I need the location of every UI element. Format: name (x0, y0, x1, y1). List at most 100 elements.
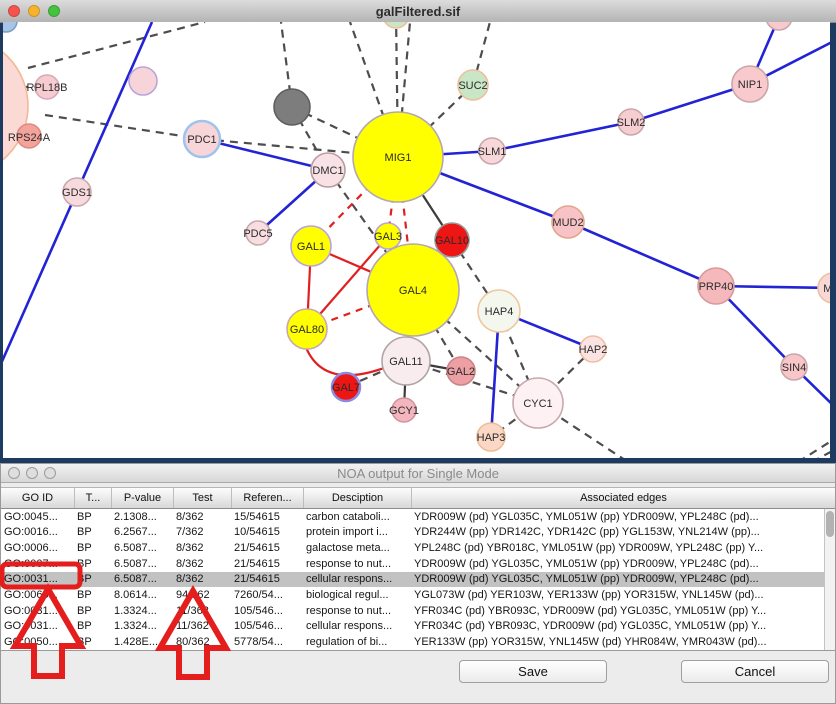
table-row[interactable]: GO:0006...BP6.5087...8/36221/54615galact… (1, 540, 835, 556)
table-cell[interactable]: GO:0006... (1, 542, 74, 554)
table-row[interactable]: GO:0031...BP1.3324...11/362105/546...res… (1, 603, 835, 619)
save-button[interactable]: Save (459, 660, 607, 683)
node-big-left[interactable] (3, 36, 28, 176)
table-cell[interactable]: 15/54615 (231, 511, 303, 523)
close-button[interactable] (8, 467, 20, 479)
minimize-button[interactable] (28, 5, 40, 17)
table-cell[interactable]: 21/54615 (231, 542, 303, 554)
edge-blue[interactable] (568, 222, 716, 286)
table-cell[interactable]: 80/362 (173, 636, 231, 648)
column-header-test[interactable]: Test (173, 488, 231, 508)
table-cell[interactable]: regulation of bi... (303, 636, 411, 648)
table-cell[interactable]: 94/362 (173, 589, 231, 601)
table-cell[interactable]: BP (74, 511, 111, 523)
table-cell[interactable]: cellular respons... (303, 620, 411, 632)
vertical-scrollbar[interactable] (824, 509, 835, 650)
table-cell[interactable]: 105/546... (231, 605, 303, 617)
node-unlabeled-1[interactable] (129, 67, 157, 95)
table-row[interactable]: GO:0031...BP1.3324...11/362105/546...cel… (1, 619, 835, 635)
table-cell[interactable]: BP (74, 620, 111, 632)
table-cell[interactable]: YFR034C (pd) YBR093C, YDR009W (pd) YGL03… (411, 605, 827, 617)
table-cell[interactable]: 8/362 (173, 573, 231, 585)
table-cell[interactable]: GO:0016... (1, 526, 74, 538)
table-cell[interactable]: 10/54615 (231, 526, 303, 538)
table-cell[interactable]: 6.5087... (111, 558, 173, 570)
table-cell[interactable]: GO:0031... (1, 605, 74, 617)
table-cell[interactable]: 7/362 (173, 526, 231, 538)
table-cell[interactable]: YDR009W (pd) YGL035C, YML051W (pp) YDR00… (411, 511, 827, 523)
table-cell[interactable]: protein import i... (303, 526, 411, 538)
table-cell[interactable]: GO:0031... (1, 620, 74, 632)
table-cell[interactable]: 8/362 (173, 511, 231, 523)
table-cell[interactable]: 7260/54... (231, 589, 303, 601)
table-cell[interactable]: 8/362 (173, 542, 231, 554)
table-cell[interactable]: BP (74, 605, 111, 617)
table-cell[interactable]: 8/362 (173, 558, 231, 570)
table-row[interactable]: GO:0007...BP6.5087...8/36221/54615respon… (1, 556, 835, 572)
table-cell[interactable]: GO:0050... (1, 636, 74, 648)
zoom-button[interactable] (48, 5, 60, 17)
table-row[interactable]: GO:0050...BP1.428E...80/3625778/54...reg… (1, 634, 835, 650)
table-cell[interactable]: 11/362 (173, 620, 231, 632)
table-cell[interactable]: 21/54615 (231, 558, 303, 570)
column-header-p-value[interactable]: P-value (111, 488, 173, 508)
minimize-button[interactable] (26, 467, 38, 479)
edge-blue[interactable] (492, 122, 631, 151)
table-cell[interactable]: YER133W (pp) YOR315W, YNL145W (pd) YHR08… (411, 636, 827, 648)
cancel-button[interactable]: Cancel (681, 660, 829, 683)
table-cell[interactable]: BP (74, 636, 111, 648)
table-cell[interactable]: 1.3324... (111, 605, 173, 617)
table-cell[interactable]: GO:0007... (1, 558, 74, 570)
table-cell[interactable]: BP (74, 573, 111, 585)
table-cell[interactable]: response to nut... (303, 605, 411, 617)
table-cell[interactable]: 6.2567... (111, 526, 173, 538)
table-cell[interactable]: response to nut... (303, 558, 411, 570)
table-cell[interactable]: 6.5087... (111, 573, 173, 585)
table-cell[interactable]: YDR009W (pd) YGL035C, YML051W (pp) YDR00… (411, 573, 827, 585)
table-cell[interactable]: 1.3324... (111, 620, 173, 632)
table-cell[interactable]: cellular respons... (303, 573, 411, 585)
table-cell[interactable]: BP (74, 558, 111, 570)
table-row[interactable]: GO:0045...BP2.1308...8/36215/54615carbon… (1, 509, 835, 525)
table-cell[interactable]: YDR009W (pd) YGL035C, YML051W (pp) YDR00… (411, 558, 827, 570)
table-row[interactable]: GO:0016...BP6.2567...7/36210/54615protei… (1, 525, 835, 541)
table-cell[interactable]: 105/546... (231, 620, 303, 632)
edge-dash[interactable] (45, 115, 202, 139)
table-cell[interactable]: 8.0614... (111, 589, 173, 601)
node-green-top[interactable] (383, 22, 409, 28)
edge-blue[interactable] (202, 139, 328, 170)
table-cell[interactable]: 2.1308... (111, 511, 173, 523)
table-cell[interactable]: YPL248C (pd) YBR018C, YML051W (pp) YDR00… (411, 542, 827, 554)
table-cell[interactable]: GO:0031... (1, 573, 74, 585)
table-cell[interactable]: biological regul... (303, 589, 411, 601)
node-corner-topright[interactable] (766, 22, 792, 30)
table-cell[interactable]: galactose meta... (303, 542, 411, 554)
node-gray-node[interactable] (274, 89, 310, 125)
table-cell[interactable]: YDR244W (pp) YDR142C, YDR142C (pp) YGL15… (411, 526, 827, 538)
table-cell[interactable]: GO:0065... (1, 589, 74, 601)
table-cell[interactable]: BP (74, 526, 111, 538)
table-cell[interactable]: 1.428E... (111, 636, 173, 648)
table-cell[interactable]: BP (74, 589, 111, 601)
network-window-titlebar[interactable]: galFiltered.sif (0, 0, 836, 23)
zoom-button[interactable] (44, 467, 56, 479)
table-cell[interactable]: 5778/54... (231, 636, 303, 648)
table-cell[interactable]: 21/54615 (231, 573, 303, 585)
table-cell[interactable]: 11/362 (173, 605, 231, 617)
column-header-reference[interactable]: Referen... (231, 488, 303, 508)
table-cell[interactable]: YGL073W (pd) YER103W, YER133W (pp) YOR31… (411, 589, 827, 601)
network-canvas[interactable]: RPL18BRPS24AGDS1PDC1DMC1PDC5MIG1SUC2SLM1… (3, 22, 830, 458)
table-cell[interactable]: YFR034C (pd) YBR093C, YDR009W (pd) YGL03… (411, 620, 827, 632)
node-corner-topleft[interactable] (3, 22, 17, 32)
table-cell[interactable]: carbon cataboli... (303, 511, 411, 523)
column-header-go-id[interactable]: GO ID (1, 488, 74, 508)
table-row[interactable]: GO:0031...BP6.5087...8/36221/54615cellul… (1, 572, 835, 588)
edge-dash[interactable] (28, 22, 205, 68)
table-cell[interactable]: BP (74, 542, 111, 554)
table-cell[interactable]: 6.5087... (111, 542, 173, 554)
close-button[interactable] (8, 5, 20, 17)
table-cell[interactable]: GO:0045... (1, 511, 74, 523)
edge-red[interactable] (305, 345, 384, 375)
noa-window-titlebar[interactable]: NOA output for Single Mode (1, 464, 835, 483)
column-header-associated-edges[interactable]: Associated edges (411, 488, 835, 508)
